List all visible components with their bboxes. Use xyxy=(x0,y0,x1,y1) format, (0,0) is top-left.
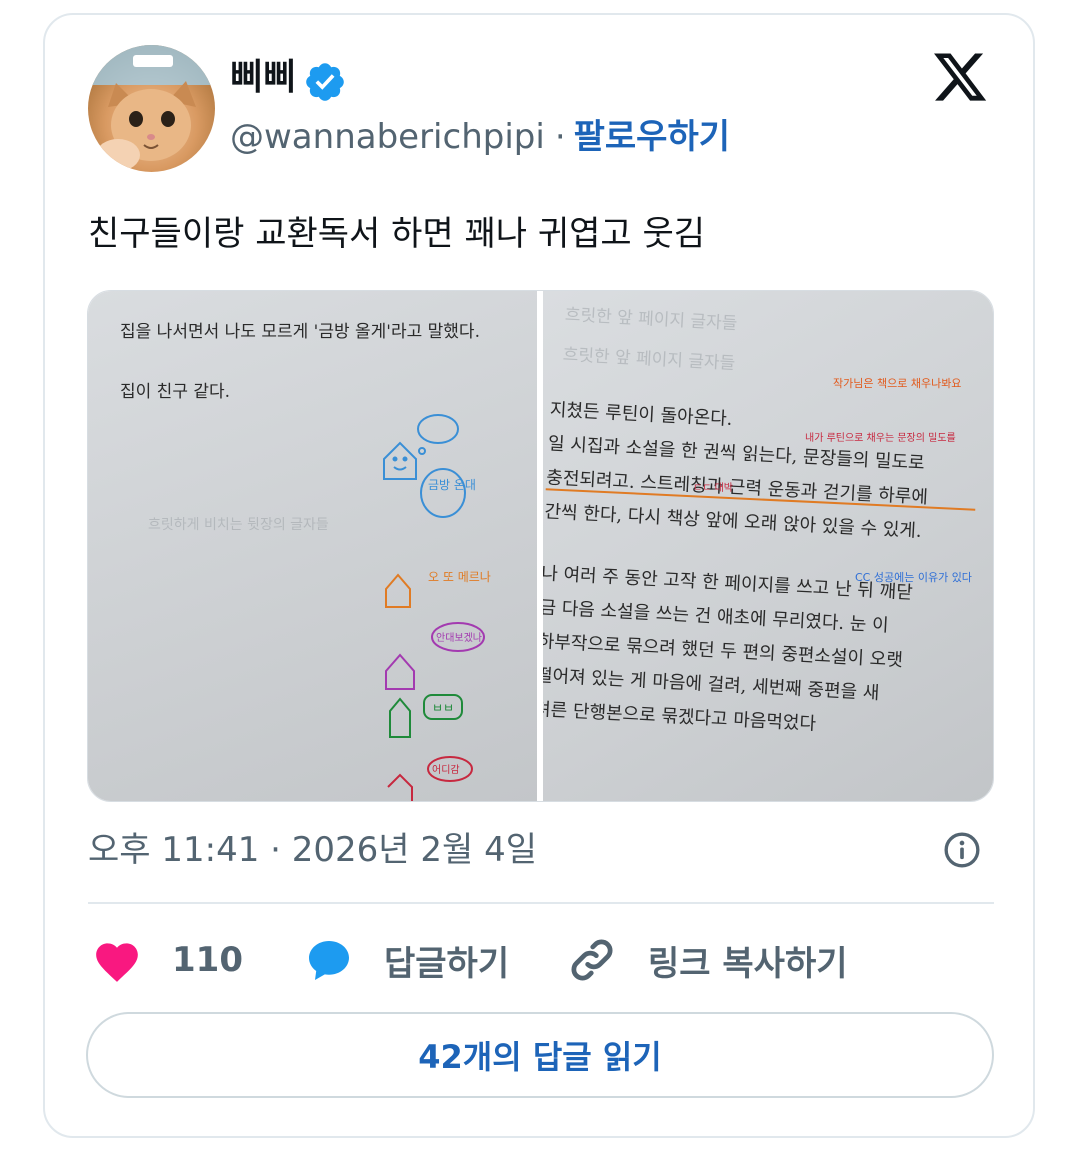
doodle-house-orange xyxy=(385,573,411,608)
display-name[interactable]: 삐삐 xyxy=(230,54,296,102)
handwritten-purple: 안대보겠나 xyxy=(436,632,482,644)
handwritten-red: 어디감 xyxy=(432,764,460,776)
info-icon[interactable] xyxy=(942,830,982,870)
right-photo-line-6: 금 다음 소설을 쓰는 건 애초에 무리였다. 눈 이 xyxy=(543,597,889,636)
tweet-text: 친구들이랑 교환독서 하면 꽤나 귀엽고 웃김 xyxy=(88,214,706,254)
book-photo-left[interactable]: 집을 나서면서 나도 모르게 '금방 올게'라고 말했다. 집이 친구 같다. … xyxy=(88,291,537,801)
left-photo-line-1: 집을 나서면서 나도 모르게 '금방 올게'라고 말했다. xyxy=(120,322,480,342)
divider xyxy=(88,902,994,904)
right-photo-line-8: 떨어져 있는 게 마음에 걸려, 세번째 중편을 새 xyxy=(543,665,880,704)
reply-bubble-icon xyxy=(309,941,349,980)
handle[interactable]: @wannaberichpipi xyxy=(230,117,545,157)
right-photo-line-9: 려른 단행본으로 묶겠다고 마음먹었다 xyxy=(543,699,817,735)
tweet-timestamp[interactable]: 오후 11:41 · 2026년 2월 4일 xyxy=(88,826,537,874)
copy-link-label: 링크 복사하기 xyxy=(648,943,848,984)
svg-text:흐릿한 앞 페이지 글자들: 흐릿한 앞 페이지 글자들 xyxy=(562,345,735,374)
right-photo-line-4: 간씩 한다, 다시 책상 앞에 오래 앉아 있을 수 있게. xyxy=(544,501,922,542)
read-replies-button[interactable]: 42개의 답글 읽기 xyxy=(86,1012,994,1098)
handwritten-green: ㅂㅂ xyxy=(432,701,454,715)
handwritten-red-note: 내가 루틴으로 채우는 문장의 밀도를 xyxy=(805,432,956,444)
follow-button[interactable]: 팔로우하기 xyxy=(574,117,730,157)
handwritten-blue-note: CC 성공에는 이유가 있다 xyxy=(855,571,972,584)
doodle-house-red xyxy=(387,756,473,801)
avatar[interactable] xyxy=(88,45,215,172)
left-photo-line-2: 집이 친구 같다. xyxy=(120,382,230,402)
right-photo-line-1: 지쳤든 루틴이 돌아온다. xyxy=(549,399,733,430)
handle-row: @wannaberichpipi · 팔로우하기 xyxy=(230,114,730,160)
right-photo-line-3: 충전되려고. 스트레칭과 근력 운동과 걷기를 하루에 xyxy=(546,467,929,508)
handwritten-red-small: ㄷㄷ 대박 xyxy=(693,482,733,494)
reply-label: 답글하기 xyxy=(384,943,510,984)
handwritten-orange-note: 작가님은 책으로 채우나봐요 xyxy=(833,377,961,390)
book-photo-right[interactable]: 흐릿한 앞 페이지 글자들 흐릿한 앞 페이지 글자들 지쳤든 루틴이 돌아온다… xyxy=(543,291,993,801)
like-button[interactable]: 110 xyxy=(92,932,243,988)
like-count: 110 xyxy=(172,940,243,980)
doodle-house-blue xyxy=(383,414,466,518)
tweet-media[interactable]: 집을 나서면서 나도 모르게 '금방 올게'라고 말했다. 집이 친구 같다. … xyxy=(87,290,994,802)
handwritten-blue: 금방 온대 xyxy=(428,478,476,492)
link-icon xyxy=(571,939,613,981)
right-photo-line-7: 하부작으로 묶으려 했던 두 편의 중편소설이 오랫 xyxy=(543,631,903,671)
copy-link-button[interactable]: 링크 복사하기 xyxy=(566,932,848,988)
heart-icon xyxy=(96,943,138,982)
handwritten-orange: 오 또 메르나 xyxy=(428,570,491,584)
svg-text:흐릿한 앞 페이지 글자들: 흐릿한 앞 페이지 글자들 xyxy=(564,305,737,334)
svg-text:흐릿하게 비치는 뒷장의 글자들: 흐릿하게 비치는 뒷장의 글자들 xyxy=(148,517,329,533)
x-logo-icon[interactable] xyxy=(930,48,990,106)
verified-badge-icon xyxy=(306,63,344,101)
reply-button[interactable]: 답글하기 xyxy=(304,932,509,988)
separator-dot: · xyxy=(554,117,566,157)
